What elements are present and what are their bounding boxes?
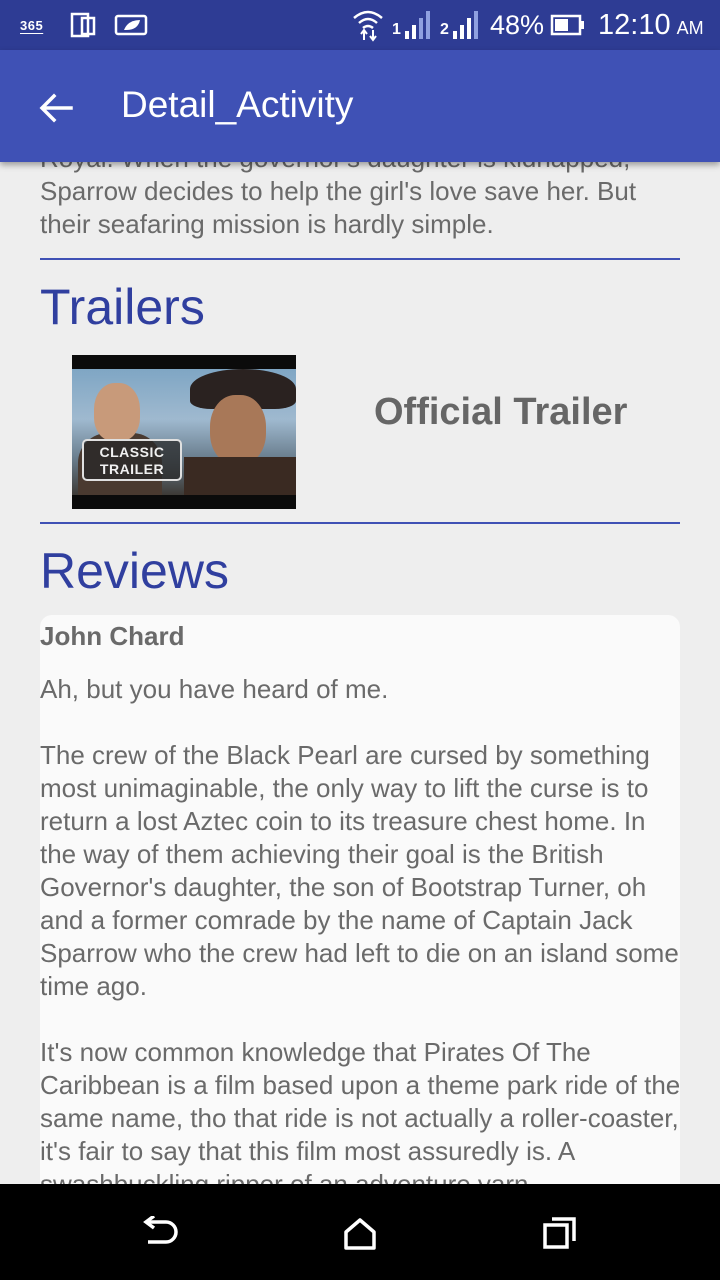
clock-time: 12:10 — [598, 8, 671, 41]
nav-home-button[interactable] — [332, 1206, 388, 1262]
battery-icon — [550, 0, 586, 50]
nav-back-button[interactable] — [132, 1206, 188, 1262]
signal-sim1-icon: 1 — [392, 0, 433, 50]
detail-content[interactable]: Royal. When the governor's daughter is k… — [0, 162, 720, 1184]
nav-recent-apps-button[interactable] — [532, 1206, 588, 1262]
battery-percent: 48% — [490, 9, 545, 40]
trailer-item[interactable]: CLASSIC TRAILER Official Trailer — [72, 355, 682, 509]
divider — [40, 258, 680, 260]
clock: 12:10 AM — [598, 0, 704, 50]
trailers-heading: Trailers — [40, 279, 205, 335]
signal-sim2-icon: 2 — [440, 0, 481, 50]
review-paragraph: The crew of the Black Pearl are cursed b… — [40, 740, 679, 1001]
divider — [40, 522, 680, 524]
arrow-back-icon — [39, 93, 73, 123]
navigation-bar — [0, 1184, 720, 1280]
review-body: Ah, but you have heard of me. The crew o… — [40, 673, 682, 1184]
status-bar: 365 1 2 48% 12:10 AM — [0, 0, 720, 50]
trailer-title[interactable]: Official Trailer — [374, 391, 627, 434]
page-title: Detail_Activity — [121, 84, 354, 125]
back-button[interactable] — [30, 82, 82, 134]
review-paragraph: It's now common knowledge that Pirates O… — [40, 1037, 681, 1184]
clock-ampm: AM — [676, 17, 704, 38]
nav-home-icon — [344, 1218, 376, 1250]
wifi-icon — [352, 0, 384, 50]
movie-overview: Royal. When the governor's daughter is k… — [40, 162, 637, 239]
nav-back-icon — [143, 1216, 178, 1244]
volte-indicator: 365 — [20, 17, 44, 33]
dual-screen-icon — [70, 0, 98, 50]
nav-recent-apps-icon — [543, 1217, 576, 1249]
battery-saver-leaf-icon — [114, 0, 150, 50]
classic-trailer-badge: CLASSIC TRAILER — [82, 439, 182, 481]
review-card: John Chard Ah, but you have heard of me.… — [40, 615, 680, 1184]
trailer-thumbnail[interactable]: CLASSIC TRAILER — [72, 355, 296, 509]
review-paragraph: Ah, but you have heard of me. — [40, 674, 389, 704]
app-bar: Detail_Activity — [0, 50, 720, 162]
reviews-heading: Reviews — [40, 543, 229, 599]
review-author: John Chard — [40, 621, 185, 651]
